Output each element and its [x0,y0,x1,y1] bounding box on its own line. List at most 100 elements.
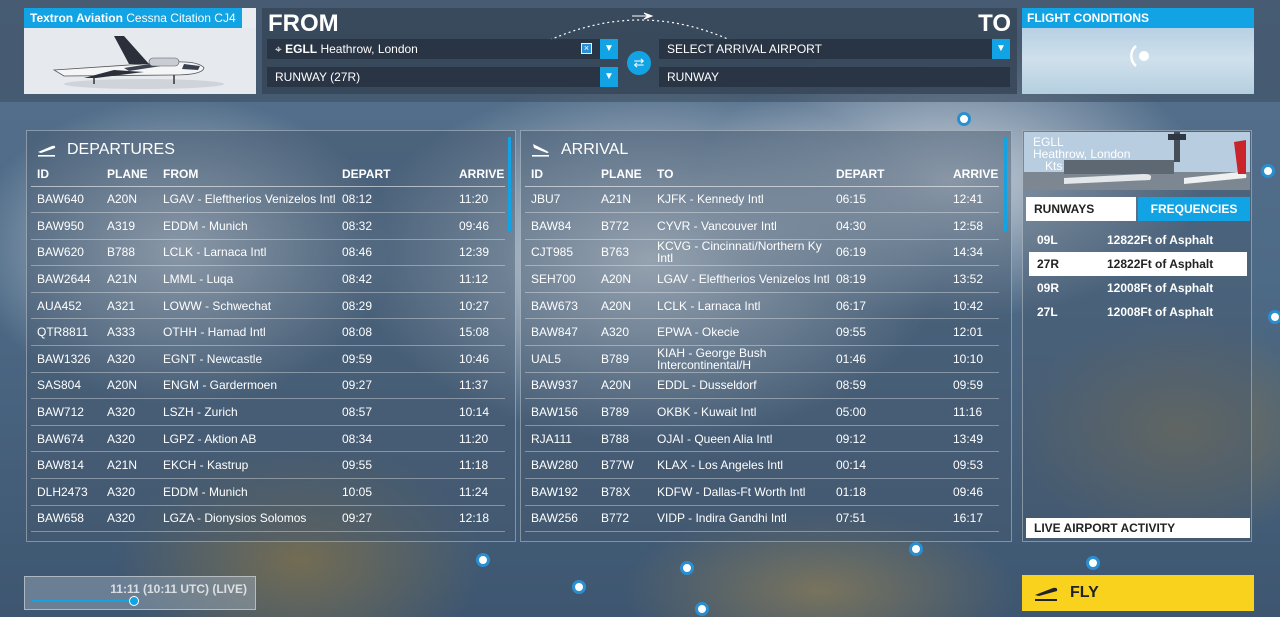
table-row[interactable]: BAW673 A20N LCLK - Larnaca Intl 06:17 10:42 [525,292,999,320]
table-row[interactable]: AUA452 A321 LOWW - Schwechat 08:29 10:27 [31,292,505,320]
table-row[interactable]: BAW280 B77W KLAX - Los Angeles Intl 00:14 09… [525,451,999,480]
table-row[interactable]: DLH2473 A320 EDDM - Munich 10:05 11:24 [31,478,505,506]
airport: LGAV - Eleftherios Venizelos Intl [651,265,830,293]
flight-id: SAS804 [31,372,101,400]
depart-time: 08:57 [336,398,453,426]
column-header[interactable]: ARRIVE [947,163,999,187]
aircraft-card[interactable]: Textron Aviation Cessna Citation CJ4 [24,8,256,94]
depart-time: 09:55 [336,451,453,480]
table-row[interactable]: BAW950 A319 EDDM - Munich 08:32 09:46 [31,212,505,240]
runway-row[interactable]: 09R 12008Ft of Asphalt [1029,276,1247,300]
tab-runways[interactable]: RUNWAYS [1026,197,1136,221]
column-header[interactable]: FROM [157,163,336,187]
table-row[interactable]: BAW620 B788 LCLK - Larnaca Intl 08:46 12:39 [31,239,505,267]
map-location-pin[interactable] [680,561,694,575]
flight-id: BAW674 [31,425,101,453]
departure-runway-field[interactable]: RUNWAY (27R) ▼ [267,67,618,87]
table-row[interactable]: BAW192 B78X KDFW - Dallas-Ft Worth Intl 01:… [525,478,999,506]
plane-type: A321 [101,292,157,320]
table-row[interactable]: SAS804 A20N ENGM - Gardermoen 09:27 11:37 [31,372,505,400]
arrival-runway-field[interactable]: RUNWAY [659,67,1010,87]
takeoff-icon [38,145,56,157]
depart-time: 08:32 [336,212,453,240]
chevron-down-icon[interactable]: ▼ [992,39,1010,59]
column-header[interactable]: TO [651,163,830,187]
table-row[interactable]: BAW1326 A320 EGNT - Newcastle 09:59 10:46 [31,345,505,373]
time-slider-track[interactable] [31,600,137,602]
column-header[interactable]: PLANE [101,163,157,187]
arrive-time: 11:18 [453,451,505,480]
table-row[interactable]: BAW674 A320 LGPZ - Aktion AB 08:34 11:20 [31,425,505,453]
runway-row[interactable]: 09L 12822Ft of Asphalt [1029,228,1247,252]
time-slider-panel: 11:11 (10:11 UTC) (LIVE) [24,576,256,610]
table-row[interactable]: BAW156 B789 OKBK - Kuwait Intl 05:00 11:16 [525,398,999,426]
runway-id: 27R [1037,257,1060,271]
tab-frequencies[interactable]: FREQUENCIES [1138,197,1250,221]
table-row[interactable]: UAL5 B789 KIAH - George Bush Intercontinen… [525,345,999,373]
runway-list: 09L 12822Ft of Asphalt 27R 12822Ft of Asph… [1029,228,1247,324]
table-row[interactable]: BAW640 A20N LGAV - Eleftherios Venizelos I… [31,186,505,214]
flight-id: RJA111 [525,425,595,453]
depart-time: 08:19 [830,265,947,293]
depart-time: 08:42 [336,265,453,293]
flight-id: BAW847 [525,318,595,347]
time-slider-handle[interactable] [129,596,139,606]
map-location-pin[interactable] [1268,310,1280,324]
column-header[interactable]: ID [31,163,101,187]
live-airport-activity-button[interactable]: LIVE AIRPORT ACTIVITY [1026,518,1250,538]
arrive-time: 12:58 [947,212,999,240]
flight-id: QTR8811 [31,318,101,347]
to-label: TO [978,10,1011,37]
column-header[interactable]: DEPART [336,163,453,187]
chevron-down-icon[interactable]: ▼ [600,39,618,59]
table-row[interactable]: QTR8811 A333 OTHH - Hamad Intl 08:08 15:08 [31,318,505,347]
table-row[interactable]: BAW84 B772 CYVR - Vancouver Intl 04:30 12:58 [525,212,999,240]
departures-scrollbar[interactable] [508,137,511,232]
clear-icon[interactable]: × [581,43,592,54]
depart-time: 08:12 [336,186,453,214]
route-panel: FROM TO ⌖ EGLL Heathrow, London × ▼ RUNW… [262,8,1017,94]
table-row[interactable]: BAW2644 A21N LMML - Luqa 08:42 11:12 [31,265,505,293]
map-location-pin[interactable] [957,112,971,126]
map-location-pin[interactable] [909,542,923,556]
table-row[interactable]: CJT985 B763 KCVG - Cincinnati/Northern Ky … [525,239,999,267]
column-header[interactable]: PLANE [595,163,651,187]
table-row[interactable]: BAW814 A21N EKCH - Kastrup 09:55 11:18 [31,451,505,480]
flight-conditions-card[interactable]: FLIGHT CONDITIONS [1022,8,1254,94]
chevron-down-icon[interactable]: ▼ [600,67,618,87]
arrive-time: 09:53 [947,451,999,480]
arrival-airport-field[interactable]: SELECT ARRIVAL AIRPORT ▼ [659,39,1010,59]
airport: KDFW - Dallas-Ft Worth Intl [651,478,830,506]
table-row[interactable]: SEH700 A20N LGAV - Eleftherios Venizelos I… [525,265,999,293]
map-location-pin[interactable] [572,580,586,594]
runway-row[interactable]: 27L 12008Ft of Asphalt [1029,300,1247,324]
column-header[interactable]: ID [525,163,595,187]
arrivals-header: ARRIVAL [531,141,628,159]
runway-row[interactable]: 27R 12822Ft of Asphalt [1029,252,1247,276]
map-location-pin[interactable] [695,602,709,616]
fly-button[interactable]: FLY [1022,575,1254,611]
airport: OJAI - Queen Alia Intl [651,425,830,453]
table-row[interactable]: BAW256 B772 VIDP - Indira Gandhi Intl 07:51… [525,505,999,533]
column-header[interactable]: ARRIVE [453,163,505,187]
airport: CYVR - Vancouver Intl [651,212,830,240]
table-row[interactable]: BAW937 A20N EDDL - Dusseldorf 08:59 09:59 [525,372,999,400]
table-row[interactable]: BAW712 A320 LSZH - Zurich 08:57 10:14 [31,398,505,426]
flight-id: BAW156 [525,398,595,426]
departure-airport-field[interactable]: ⌖ EGLL Heathrow, London × ▼ [267,39,618,59]
map-location-pin[interactable] [1261,164,1275,178]
runway-id: 27L [1037,305,1058,319]
table-row[interactable]: JBU7 A21N KJFK - Kennedy Intl 06:15 12:41 [525,186,999,214]
table-row[interactable]: BAW658 A320 LGZA - Dionysios Solomos 09:27 1… [31,505,505,533]
runway-id: 09L [1037,233,1058,247]
swap-airports-button[interactable]: ⇄ [627,51,651,75]
map-location-pin[interactable] [1086,556,1100,570]
plane-type: B772 [595,505,651,533]
aircraft-title: Textron Aviation Cessna Citation CJ4 [24,8,242,28]
column-header[interactable]: DEPART [830,163,947,187]
map-location-pin[interactable] [476,553,490,567]
plane-type: A20N [595,292,651,320]
table-row[interactable]: RJA111 B788 OJAI - Queen Alia Intl 09:12 13:… [525,425,999,453]
arrivals-scrollbar[interactable] [1004,137,1007,232]
table-row[interactable]: BAW847 A320 EPWA - Okecie 09:55 12:01 [525,318,999,347]
